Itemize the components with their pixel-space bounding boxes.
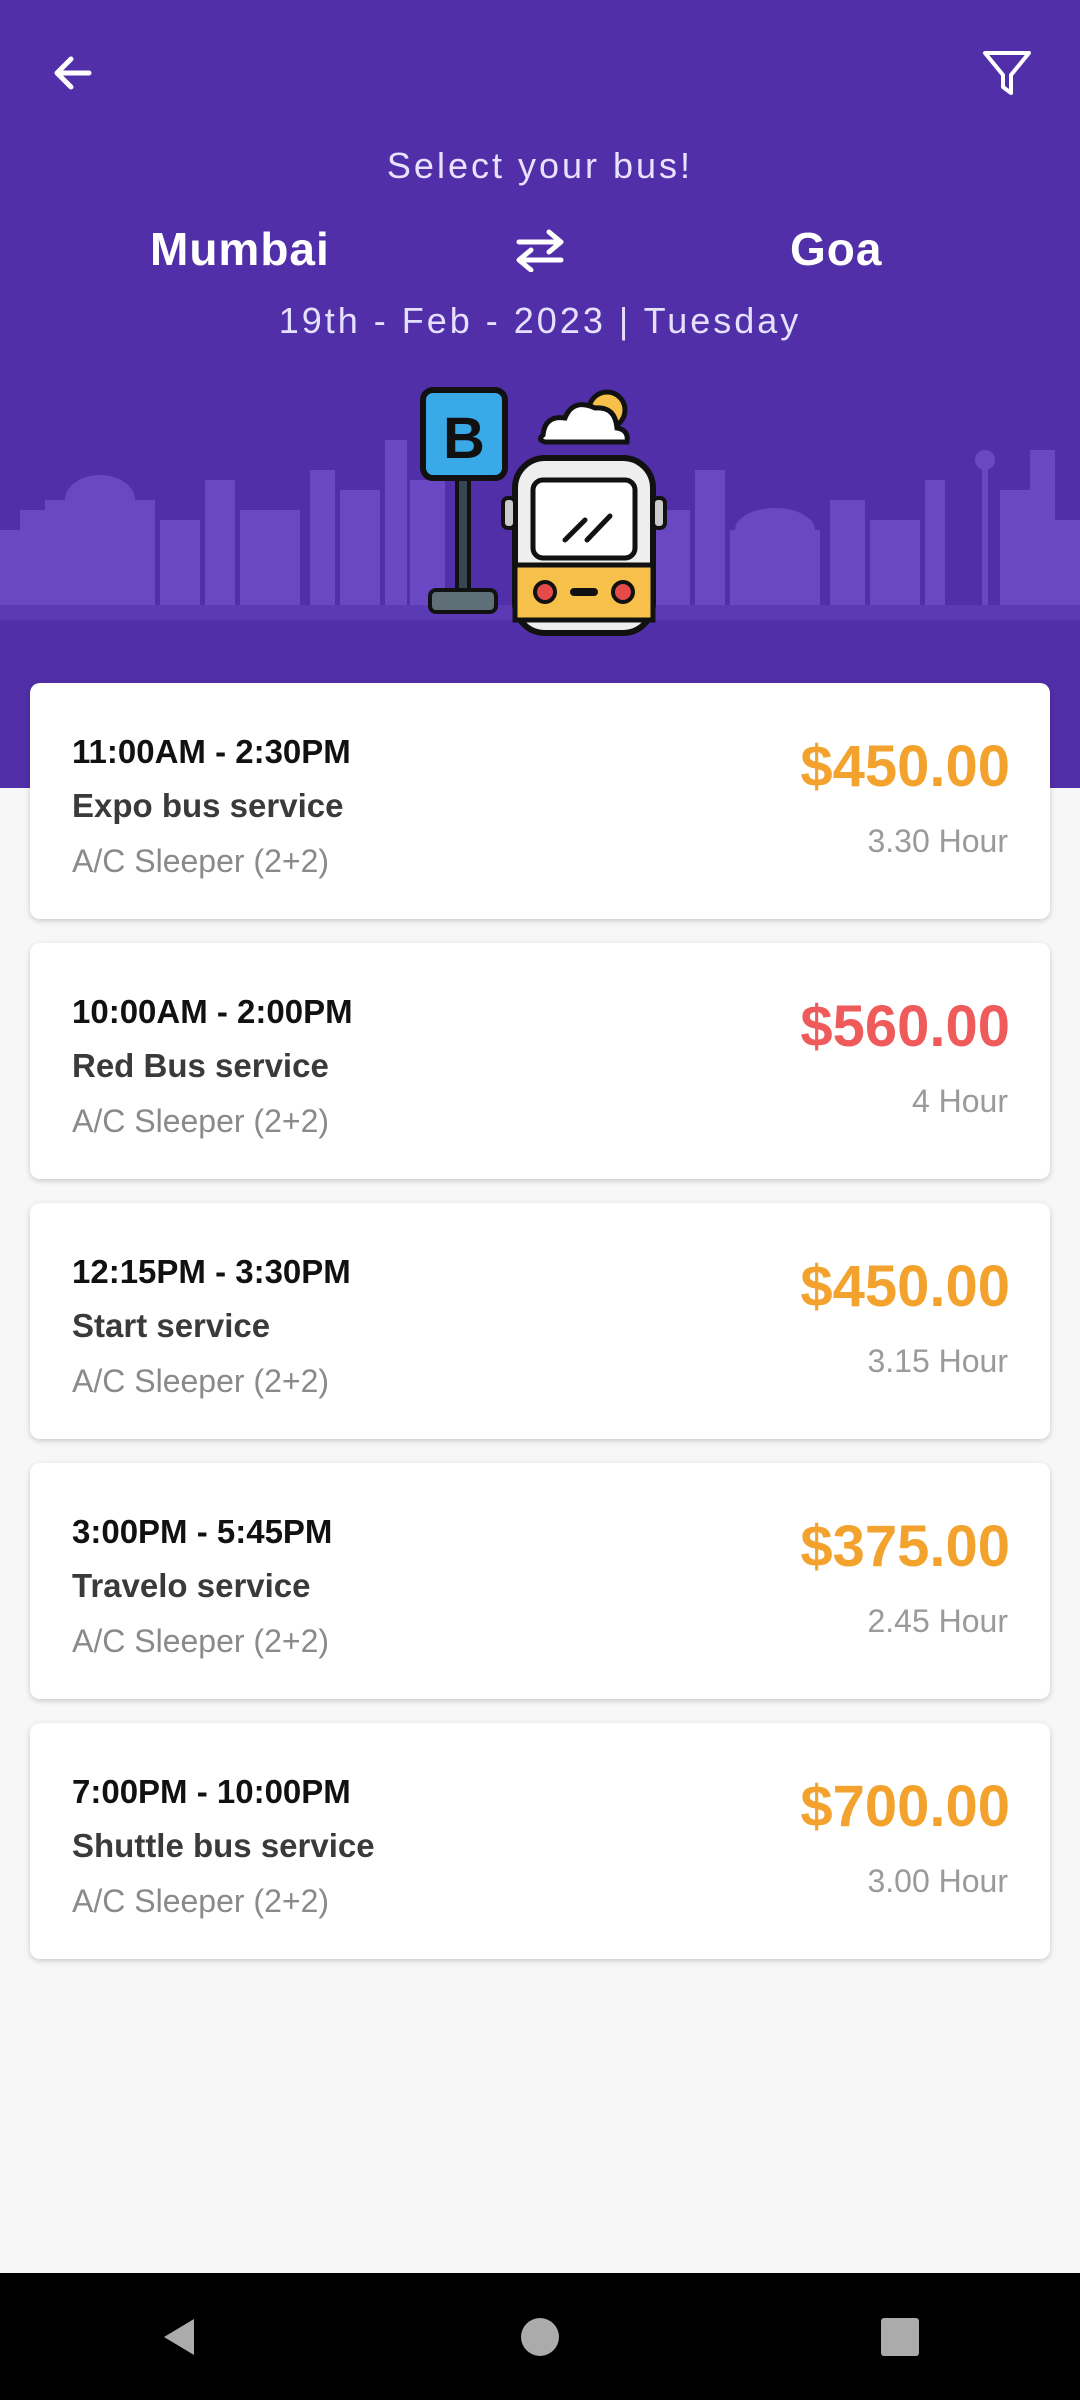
- back-button[interactable]: [28, 28, 118, 118]
- bus-time: 7:00PM - 10:00PM: [72, 1773, 351, 1810]
- to-city[interactable]: Goa: [790, 222, 882, 276]
- bus-operator: Travelo service: [72, 1567, 311, 1604]
- bus-time: 3:00PM - 5:45PM: [72, 1513, 333, 1550]
- bus-type: A/C Sleeper (2+2): [72, 1883, 330, 1919]
- bus-operator: Start service: [72, 1307, 271, 1344]
- bus-card[interactable]: 7:00PM - 10:00PM Shuttle bus service A/C…: [30, 1723, 1050, 1959]
- header: Select your bus! Mumbai Goa 19th - Feb -…: [0, 0, 1080, 788]
- bus-duration: 3.15 Hour: [867, 1343, 1008, 1379]
- from-city[interactable]: Mumbai: [150, 222, 330, 276]
- bus-type: A/C Sleeper (2+2): [72, 1103, 330, 1139]
- nav-back-button[interactable]: [120, 2287, 240, 2387]
- swap-cities-button[interactable]: [505, 220, 575, 280]
- system-navigation-bar: [0, 2273, 1080, 2400]
- bus-card[interactable]: 11:00AM - 2:30PM Expo bus service A/C Sl…: [30, 683, 1050, 919]
- page-subtitle: Select your bus!: [386, 145, 694, 186]
- swap-icon: [516, 229, 564, 272]
- nav-recents-button[interactable]: [840, 2287, 960, 2387]
- filter-icon: [983, 51, 1031, 95]
- bus-price: $450.00: [800, 734, 1010, 799]
- bus-type: A/C Sleeper (2+2): [72, 1623, 330, 1659]
- bus-duration: 3.30 Hour: [867, 823, 1008, 859]
- filter-button[interactable]: [962, 28, 1052, 118]
- bus-operator: Shuttle bus service: [72, 1827, 375, 1864]
- bus-duration: 3.00 Hour: [867, 1863, 1008, 1899]
- bus-duration: 4 Hour: [911, 1083, 1008, 1119]
- arrow-left-icon: [54, 56, 92, 90]
- bus-price: $450.00: [800, 1254, 1010, 1319]
- bus-price: $375.00: [800, 1514, 1010, 1579]
- bus-price: $560.00: [800, 994, 1010, 1059]
- bus-card[interactable]: 10:00AM - 2:00PM Red Bus service A/C Sle…: [30, 943, 1050, 1179]
- bus-stop-illustration: B: [420, 387, 667, 636]
- bus-card[interactable]: 12:15PM - 3:30PM Start service A/C Sleep…: [30, 1203, 1050, 1439]
- bus-type: A/C Sleeper (2+2): [72, 1363, 330, 1399]
- nav-back-triangle-icon: [164, 2318, 194, 2355]
- bus-time: 12:15PM - 3:30PM: [72, 1253, 351, 1290]
- bus-operator: Expo bus service: [72, 787, 344, 824]
- bus-time: 11:00AM - 2:30PM: [72, 733, 351, 770]
- travel-date: 19th - Feb - 2023 | Tuesday: [278, 300, 802, 341]
- nav-recents-square-icon: [881, 2317, 919, 2356]
- bus-card[interactable]: 3:00PM - 5:45PM Travelo service A/C Slee…: [30, 1463, 1050, 1699]
- bus-duration: 2.45 Hour: [867, 1603, 1008, 1639]
- bus-time: 10:00AM - 2:00PM: [72, 993, 353, 1030]
- bus-type: A/C Sleeper (2+2): [72, 843, 330, 879]
- bus-price: $700.00: [800, 1774, 1010, 1839]
- bus-list: 11:00AM - 2:30PM Expo bus service A/C Sl…: [30, 683, 1050, 1983]
- bus-stop-sign-letter: B: [443, 406, 485, 471]
- nav-home-button[interactable]: [480, 2287, 600, 2387]
- bus-operator: Red Bus service: [72, 1047, 329, 1084]
- nav-home-circle-icon: [521, 2317, 559, 2356]
